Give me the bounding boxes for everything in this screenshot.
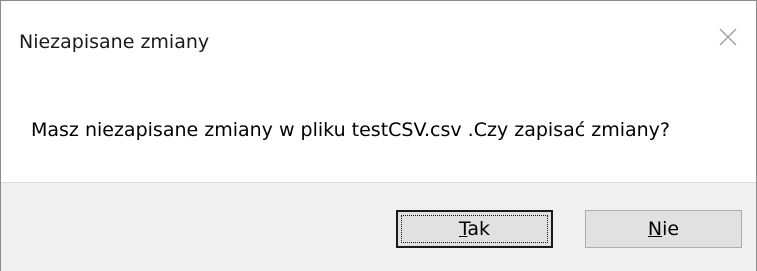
dialog-content: Masz niezapisane zmiany w pliku testCSV.…	[1, 81, 756, 182]
no-button[interactable]: Nie	[585, 210, 742, 248]
yes-button[interactable]: Tak	[396, 210, 553, 248]
title-bar: Niezapisane zmiany	[1, 1, 756, 81]
no-button-label-rest: ie	[662, 218, 680, 240]
dialog-title: Niezapisane zmiany	[19, 31, 210, 53]
close-icon-glyph	[719, 28, 737, 46]
no-button-mnemonic: N	[647, 218, 663, 240]
no-button-label: Nie	[648, 218, 679, 240]
close-icon[interactable]	[714, 23, 742, 51]
yes-button-label-rest: ak	[467, 218, 491, 240]
yes-button-label: Tak	[459, 218, 490, 240]
dialog-window: Niezapisane zmiany Masz niezapisane zmia…	[0, 0, 757, 271]
dialog-message: Masz niezapisane zmiany w pliku testCSV.…	[31, 119, 671, 141]
button-bar: Tak Nie	[1, 182, 756, 271]
